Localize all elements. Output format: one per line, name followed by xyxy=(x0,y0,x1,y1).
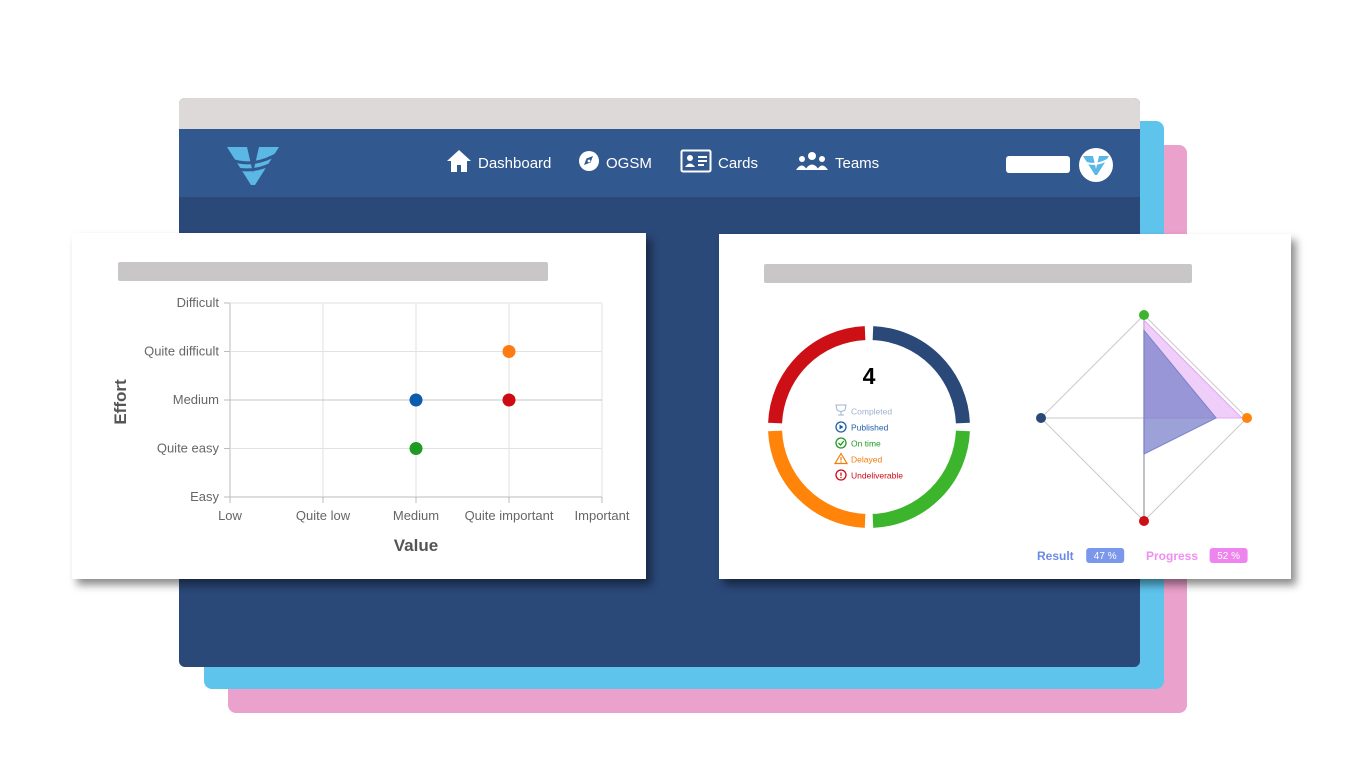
x-tick-label: Low xyxy=(218,508,242,523)
nav-ogsm[interactable]: OGSM xyxy=(578,129,652,197)
y-tick-label: Quite easy xyxy=(157,441,220,456)
top-navigation-bar: Dashboard OGSM Cards Teams xyxy=(179,129,1140,197)
y-tick-label: Quite difficult xyxy=(144,344,219,359)
check-circle-icon xyxy=(835,437,847,449)
y-tick-label: Easy xyxy=(190,489,219,504)
nav-dashboard[interactable]: Dashboard xyxy=(446,129,551,197)
id-card-icon xyxy=(680,149,712,177)
status-legend-label: On time xyxy=(851,439,881,449)
nav-ogsm-label: OGSM xyxy=(606,154,652,172)
x-axis-title: Value xyxy=(394,536,438,555)
compass-icon xyxy=(578,150,600,176)
users-icon xyxy=(795,151,829,175)
status-legend-label: Undeliverable xyxy=(851,471,903,481)
x-tick-label: Quite important xyxy=(465,508,554,523)
donut-center-value: 4 xyxy=(863,363,876,389)
check-mark xyxy=(838,440,845,446)
radar-legend-badge-value: 47 % xyxy=(1094,551,1117,562)
status-card: 4 Completed Published On time Delayed Undeliv… xyxy=(719,234,1291,579)
status-legend-label: Delayed xyxy=(851,455,882,465)
play-circle-icon xyxy=(835,421,847,433)
nav-teams-label: Teams xyxy=(835,154,880,172)
radar-axis-marker xyxy=(1139,310,1149,320)
scatter-point xyxy=(409,393,423,407)
radar-axis-marker xyxy=(1036,413,1046,423)
home-icon xyxy=(446,149,472,177)
check-circle xyxy=(835,437,847,449)
user-name-field[interactable] xyxy=(1006,156,1070,173)
radar-legend-label: Progress xyxy=(1146,549,1198,563)
x-tick-label: Important xyxy=(575,508,630,523)
scatter-point xyxy=(409,442,423,455)
alert-circle-icon xyxy=(835,469,847,481)
value-effort-scatter-chart: Low Quite low Medium Quite important Importa… xyxy=(111,295,630,555)
window-title-bar xyxy=(179,98,1140,129)
radar-legend-label: Result xyxy=(1037,549,1074,563)
scatter-point xyxy=(502,393,516,407)
scatter-point xyxy=(502,345,516,358)
x-tick-label: Medium xyxy=(393,508,439,523)
trophy-cup xyxy=(835,404,847,412)
nav-cards[interactable]: Cards xyxy=(680,129,758,197)
radar-axis-marker xyxy=(1139,516,1149,526)
status-charts: 4 Completed Published On time Delayed Undeliv… xyxy=(768,310,1252,563)
status-legend-label: Published xyxy=(851,423,889,433)
radar-legend-badge-value: 52 % xyxy=(1217,551,1240,562)
nav-teams[interactable]: Teams xyxy=(795,129,879,197)
trophy-icon xyxy=(835,404,847,416)
avatar[interactable] xyxy=(1079,148,1113,182)
warning-dot xyxy=(840,461,842,463)
y-axis-title: Effort xyxy=(111,379,130,425)
warning-icon xyxy=(833,452,849,465)
logo-icon[interactable] xyxy=(225,143,281,192)
nav-cards-label: Cards xyxy=(718,154,759,172)
radar-axis-marker xyxy=(1242,413,1252,423)
alert-dot xyxy=(840,476,842,479)
y-tick-label: Medium xyxy=(173,392,219,407)
nav-dashboard-label: Dashboard xyxy=(478,154,552,172)
y-tick-label: Difficult xyxy=(177,295,220,310)
status-legend-label: Completed xyxy=(851,407,892,417)
value-effort-card: Low Quite low Medium Quite important Importa… xyxy=(72,233,646,579)
x-tick-label: Quite low xyxy=(296,508,351,523)
play-triangle xyxy=(839,424,844,430)
